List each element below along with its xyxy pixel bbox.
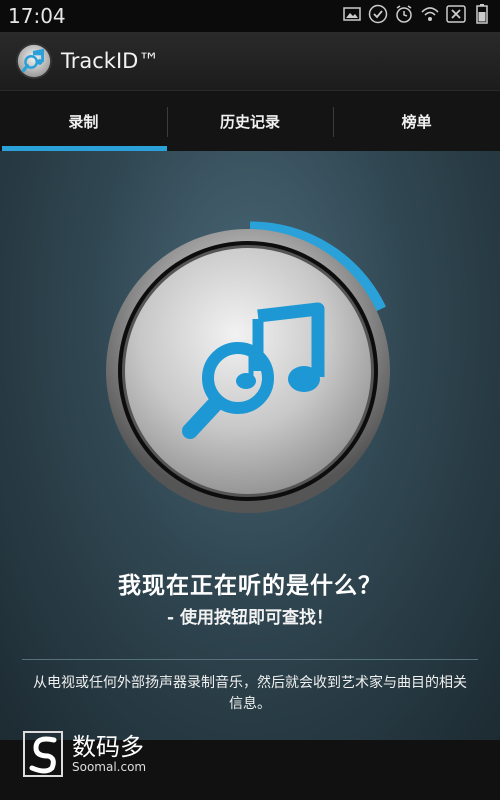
question-text: 我现在正在听的是什么？ — [118, 573, 382, 599]
tab-history[interactable]: 历史记录 — [166, 91, 334, 152]
alarm-icon — [394, 4, 414, 24]
watermark-en: Soomal.com — [72, 760, 147, 774]
battery-icon — [472, 4, 492, 24]
record-panel: 我现在正在听的是什么？ - 使用按钮即可查找！ 从电视或任何外部扬声器录制音乐，… — [0, 151, 500, 740]
tab-bar: 录制 历史记录 榜单 — [0, 90, 500, 152]
check-circle-icon — [368, 4, 388, 24]
tab-record[interactable]: 录制 — [0, 91, 167, 152]
wifi-icon — [420, 4, 440, 24]
tab-label: 榜单 — [401, 113, 432, 131]
tab-charts[interactable]: 榜单 — [333, 91, 500, 152]
no-sim-icon — [446, 4, 466, 24]
tab-label: 历史记录 — [220, 113, 281, 131]
status-bar: 17:04 — [0, 0, 500, 32]
app-bar: TrackID™ — [0, 32, 500, 90]
hint-text: - 使用按钮即可查找！ — [167, 608, 333, 628]
watermark: 数码多 Soomal.com — [20, 728, 146, 780]
image-icon — [342, 4, 362, 24]
trackid-logo-icon — [15, 42, 53, 80]
description-text: 从电视或任何外部扬声器录制音乐，然后就会收到艺术家与曲目的相关信息。 — [33, 675, 467, 712]
status-time: 17:04 — [8, 4, 66, 28]
watermark-cn: 数码多 — [72, 733, 144, 761]
app-title: TrackID™ — [61, 49, 160, 73]
soomal-logo-icon — [23, 731, 63, 777]
status-icons — [342, 4, 492, 24]
record-button[interactable] — [98, 221, 398, 521]
tab-label: 录制 — [68, 113, 99, 131]
divider — [22, 659, 478, 660]
